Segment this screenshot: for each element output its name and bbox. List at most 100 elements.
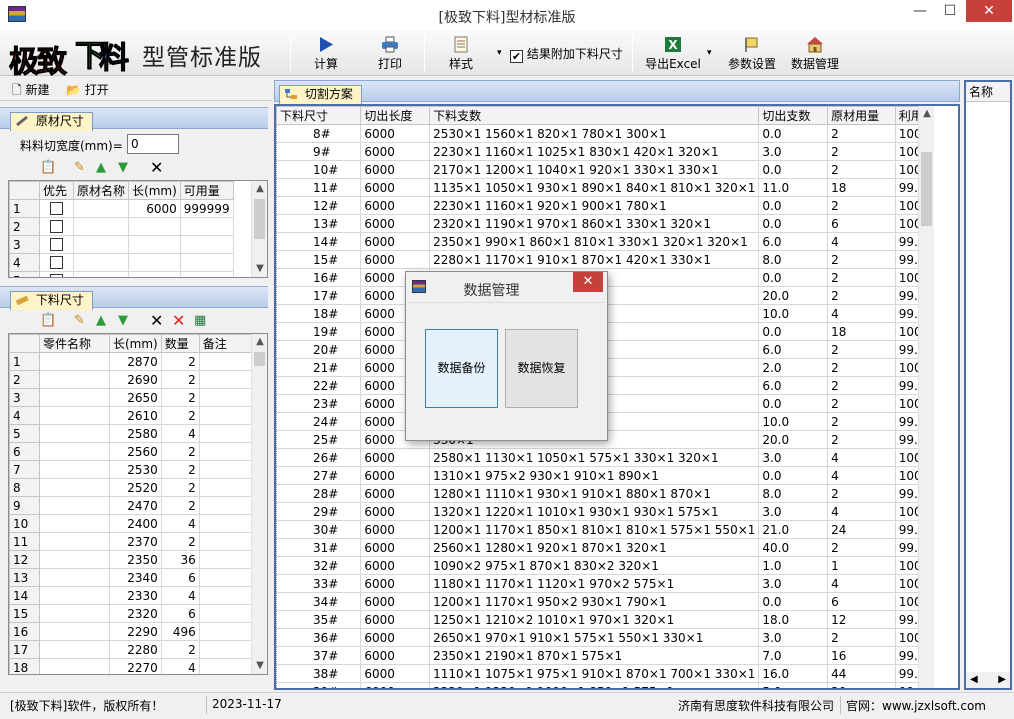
column-header[interactable]: 下料支数 bbox=[429, 106, 760, 125]
table-row[interactable]: 14 2330 4 bbox=[9, 586, 258, 605]
table-row[interactable]: 24#600020×110.0299.8% bbox=[276, 412, 958, 431]
length-cell[interactable]: 2650 bbox=[109, 388, 162, 407]
table-row[interactable]: 17#60000×120.0299.7% bbox=[276, 286, 958, 305]
quantity-cell[interactable]: 2 bbox=[160, 532, 200, 551]
remark-cell[interactable] bbox=[198, 496, 258, 515]
table-row[interactable]: 17 2280 2 bbox=[9, 640, 258, 659]
length-cell[interactable]: 2580 bbox=[109, 424, 162, 443]
table-row[interactable]: 32# 6000 1090×2 975×1 870×1 830×2 320×1 1.0… bbox=[276, 556, 958, 575]
remark-cell[interactable] bbox=[198, 586, 258, 605]
part-name-cell[interactable] bbox=[39, 478, 110, 497]
quantity-cell[interactable]: 2 bbox=[160, 406, 200, 425]
available-qty-cell[interactable] bbox=[179, 235, 234, 254]
table-row[interactable]: 10# 6000 2170×1 1200×1 1040×1 920×1 330×1 … bbox=[276, 160, 958, 179]
column-header[interactable]: 备注 bbox=[198, 334, 258, 353]
quantity-cell[interactable]: 496 bbox=[160, 622, 200, 641]
available-qty-cell[interactable]: 999999 bbox=[179, 199, 234, 218]
edit-icon[interactable]: ✎ bbox=[74, 314, 85, 328]
part-name-cell[interactable] bbox=[39, 460, 110, 479]
column-header[interactable]: 长(mm) bbox=[109, 334, 162, 353]
part-name-cell[interactable] bbox=[39, 352, 110, 371]
length-cell[interactable] bbox=[128, 217, 181, 236]
part-name-cell[interactable] bbox=[39, 370, 110, 389]
raw-name-cell[interactable] bbox=[72, 271, 130, 277]
table-row[interactable]: 13# 6000 2320×1 1190×1 970×1 860×1 330×1 3… bbox=[276, 214, 958, 233]
scroll-down-icon[interactable]: ▼ bbox=[252, 261, 267, 277]
column-header[interactable]: 下料尺寸 bbox=[276, 106, 362, 125]
settings-button[interactable]: 参数设置 bbox=[726, 34, 778, 74]
priority-checkbox[interactable] bbox=[50, 201, 63, 215]
table-row[interactable]: 37#60002350×1 2190×1 870×1 575×17.01699.… bbox=[276, 646, 958, 665]
part-name-cell[interactable] bbox=[39, 514, 110, 533]
table-row[interactable]: 26# 6000 2580×1 1130×1 1050×1 575×1 330×1 … bbox=[276, 448, 958, 467]
plan-grid-scrollbar[interactable]: ▲ bbox=[918, 106, 934, 688]
available-qty-cell[interactable] bbox=[179, 217, 234, 236]
paste-icon[interactable]: 📋 bbox=[40, 314, 56, 328]
length-cell[interactable]: 2870 bbox=[109, 352, 162, 371]
available-qty-cell[interactable] bbox=[179, 271, 234, 277]
table-row[interactable]: 5 2580 4 bbox=[9, 424, 258, 443]
priority-cell[interactable] bbox=[39, 235, 74, 254]
tab-raw-material[interactable]: 原材尺寸 bbox=[10, 112, 93, 131]
kerf-input[interactable]: 0 bbox=[127, 134, 179, 154]
quantity-cell[interactable]: 2 bbox=[160, 388, 200, 407]
minimize-button[interactable]: — bbox=[906, 0, 934, 22]
length-cell[interactable] bbox=[128, 253, 181, 272]
part-name-cell[interactable] bbox=[39, 388, 110, 407]
quantity-cell[interactable]: 4 bbox=[160, 424, 200, 443]
remark-cell[interactable] bbox=[198, 442, 258, 461]
new-button[interactable]: 🗋 新建 bbox=[12, 81, 50, 102]
table-row[interactable]: 1 6000 999999 bbox=[9, 199, 234, 218]
length-cell[interactable]: 2470 bbox=[109, 496, 162, 515]
table-row[interactable]: 11 2370 2 bbox=[9, 532, 258, 551]
part-name-cell[interactable] bbox=[39, 640, 110, 659]
quantity-cell[interactable]: 2 bbox=[160, 496, 200, 515]
move-up-icon[interactable]: ▲ bbox=[96, 314, 106, 328]
raw-name-cell[interactable] bbox=[72, 199, 130, 218]
table-row[interactable]: 2 bbox=[9, 217, 234, 236]
column-header[interactable]: 切出支数 bbox=[758, 106, 829, 125]
scroll-left-icon[interactable]: ◀ bbox=[970, 672, 978, 688]
table-row[interactable]: 19#60000×1 330×10.018100.0% bbox=[276, 322, 958, 341]
move-down-icon[interactable]: ▼ bbox=[118, 314, 128, 328]
remark-cell[interactable] bbox=[198, 622, 258, 641]
close-button[interactable]: ✕ bbox=[966, 0, 1012, 22]
table-row[interactable]: 3 bbox=[9, 235, 234, 254]
quantity-cell[interactable]: 2 bbox=[160, 352, 200, 371]
length-cell[interactable]: 2330 bbox=[109, 586, 162, 605]
scroll-up-icon[interactable]: ▲ bbox=[252, 181, 267, 197]
delete-icon[interactable]: ✕ bbox=[150, 160, 163, 176]
table-row[interactable]: 18 2270 4 bbox=[9, 658, 258, 674]
table-row[interactable]: 8 2520 2 bbox=[9, 478, 258, 497]
data-management-button[interactable]: 数据管理 bbox=[789, 34, 841, 74]
table-row[interactable]: 30# 6000 1200×1 1170×1 850×1 810×1 810×1 5… bbox=[276, 520, 958, 539]
part-name-cell[interactable] bbox=[39, 550, 110, 569]
table-row[interactable]: 5 bbox=[9, 271, 234, 277]
length-cell[interactable]: 2530 bbox=[109, 460, 162, 479]
part-name-cell[interactable] bbox=[39, 622, 110, 641]
open-button[interactable]: 📂 打开 bbox=[66, 81, 109, 98]
priority-cell[interactable] bbox=[39, 271, 74, 277]
priority-cell[interactable] bbox=[39, 199, 74, 218]
length-cell[interactable]: 2400 bbox=[109, 514, 162, 533]
table-row[interactable]: 22#60000×1 320×26.0299.9% bbox=[276, 376, 958, 395]
quantity-cell[interactable]: 2 bbox=[160, 478, 200, 497]
table-row[interactable]: 16 2290 496 bbox=[9, 622, 258, 641]
move-down-icon[interactable]: ▼ bbox=[118, 161, 128, 175]
length-cell[interactable]: 2370 bbox=[109, 532, 162, 551]
table-row[interactable]: 1 2870 2 bbox=[9, 352, 258, 371]
part-name-cell[interactable] bbox=[39, 406, 110, 425]
part-name-cell[interactable] bbox=[39, 532, 110, 551]
table-row[interactable]: 14# 6000 2350×1 990×1 860×1 810×1 330×1 32… bbox=[276, 232, 958, 251]
delete-icon[interactable]: ✕ bbox=[150, 313, 163, 329]
table-row[interactable]: 15# 6000 2280×1 1170×1 910×1 870×1 420×1 3… bbox=[276, 250, 958, 269]
table-row[interactable]: 3 2650 2 bbox=[9, 388, 258, 407]
length-cell[interactable]: 2350 bbox=[109, 550, 162, 569]
dialog-close-button[interactable]: ✕ bbox=[573, 272, 603, 292]
remark-cell[interactable] bbox=[198, 424, 258, 443]
remark-cell[interactable] bbox=[198, 478, 258, 497]
column-header[interactable]: 切出长度 bbox=[360, 106, 431, 125]
part-name-cell[interactable] bbox=[39, 604, 110, 623]
table-row[interactable]: 33# 6000 1180×1 1170×1 1120×1 970×2 575×1 3… bbox=[276, 574, 958, 593]
tab-cutting-plan[interactable]: 切割方案 bbox=[279, 85, 362, 104]
